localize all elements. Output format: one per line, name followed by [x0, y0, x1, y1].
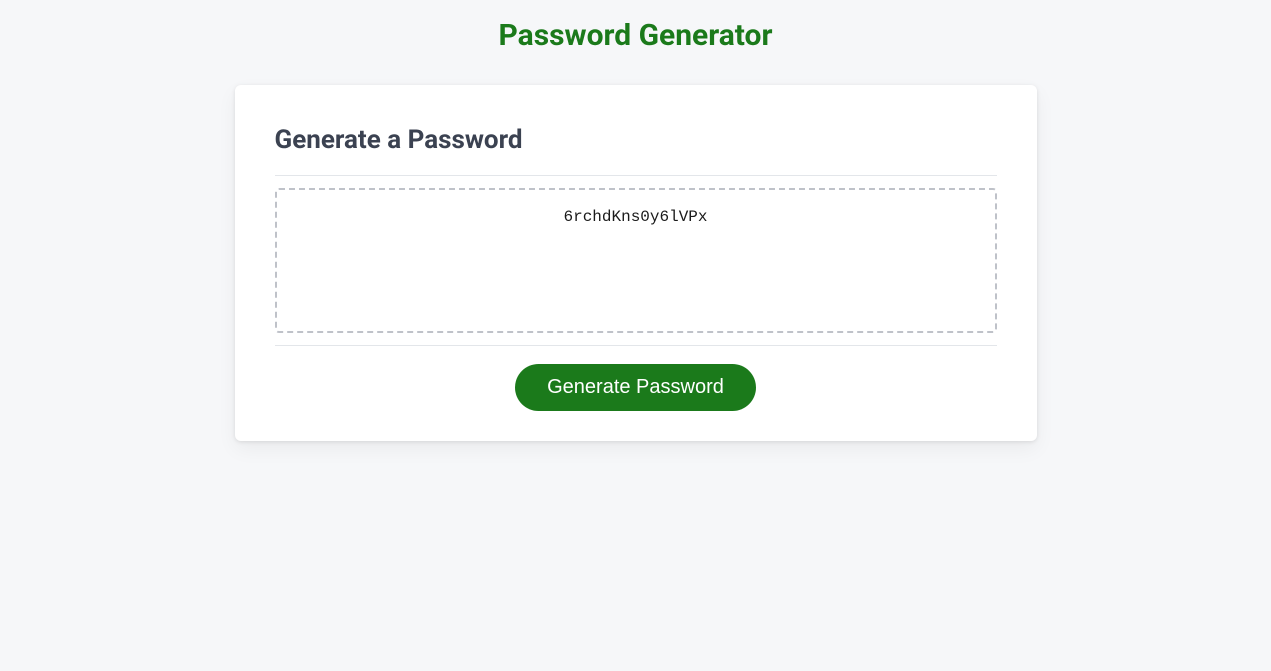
app-container: Password Generator Generate a Password 6…: [0, 0, 1271, 441]
divider-bottom: [275, 345, 997, 346]
divider-top: [275, 175, 997, 176]
generate-button[interactable]: Generate Password: [515, 364, 756, 411]
button-row: Generate Password: [275, 364, 997, 411]
card-header: Generate a Password: [275, 125, 997, 155]
password-output[interactable]: 6rchdKns0y6lVPx: [275, 188, 997, 333]
generator-card: Generate a Password 6rchdKns0y6lVPx Gene…: [235, 85, 1037, 441]
page-title: Password Generator: [499, 18, 773, 53]
